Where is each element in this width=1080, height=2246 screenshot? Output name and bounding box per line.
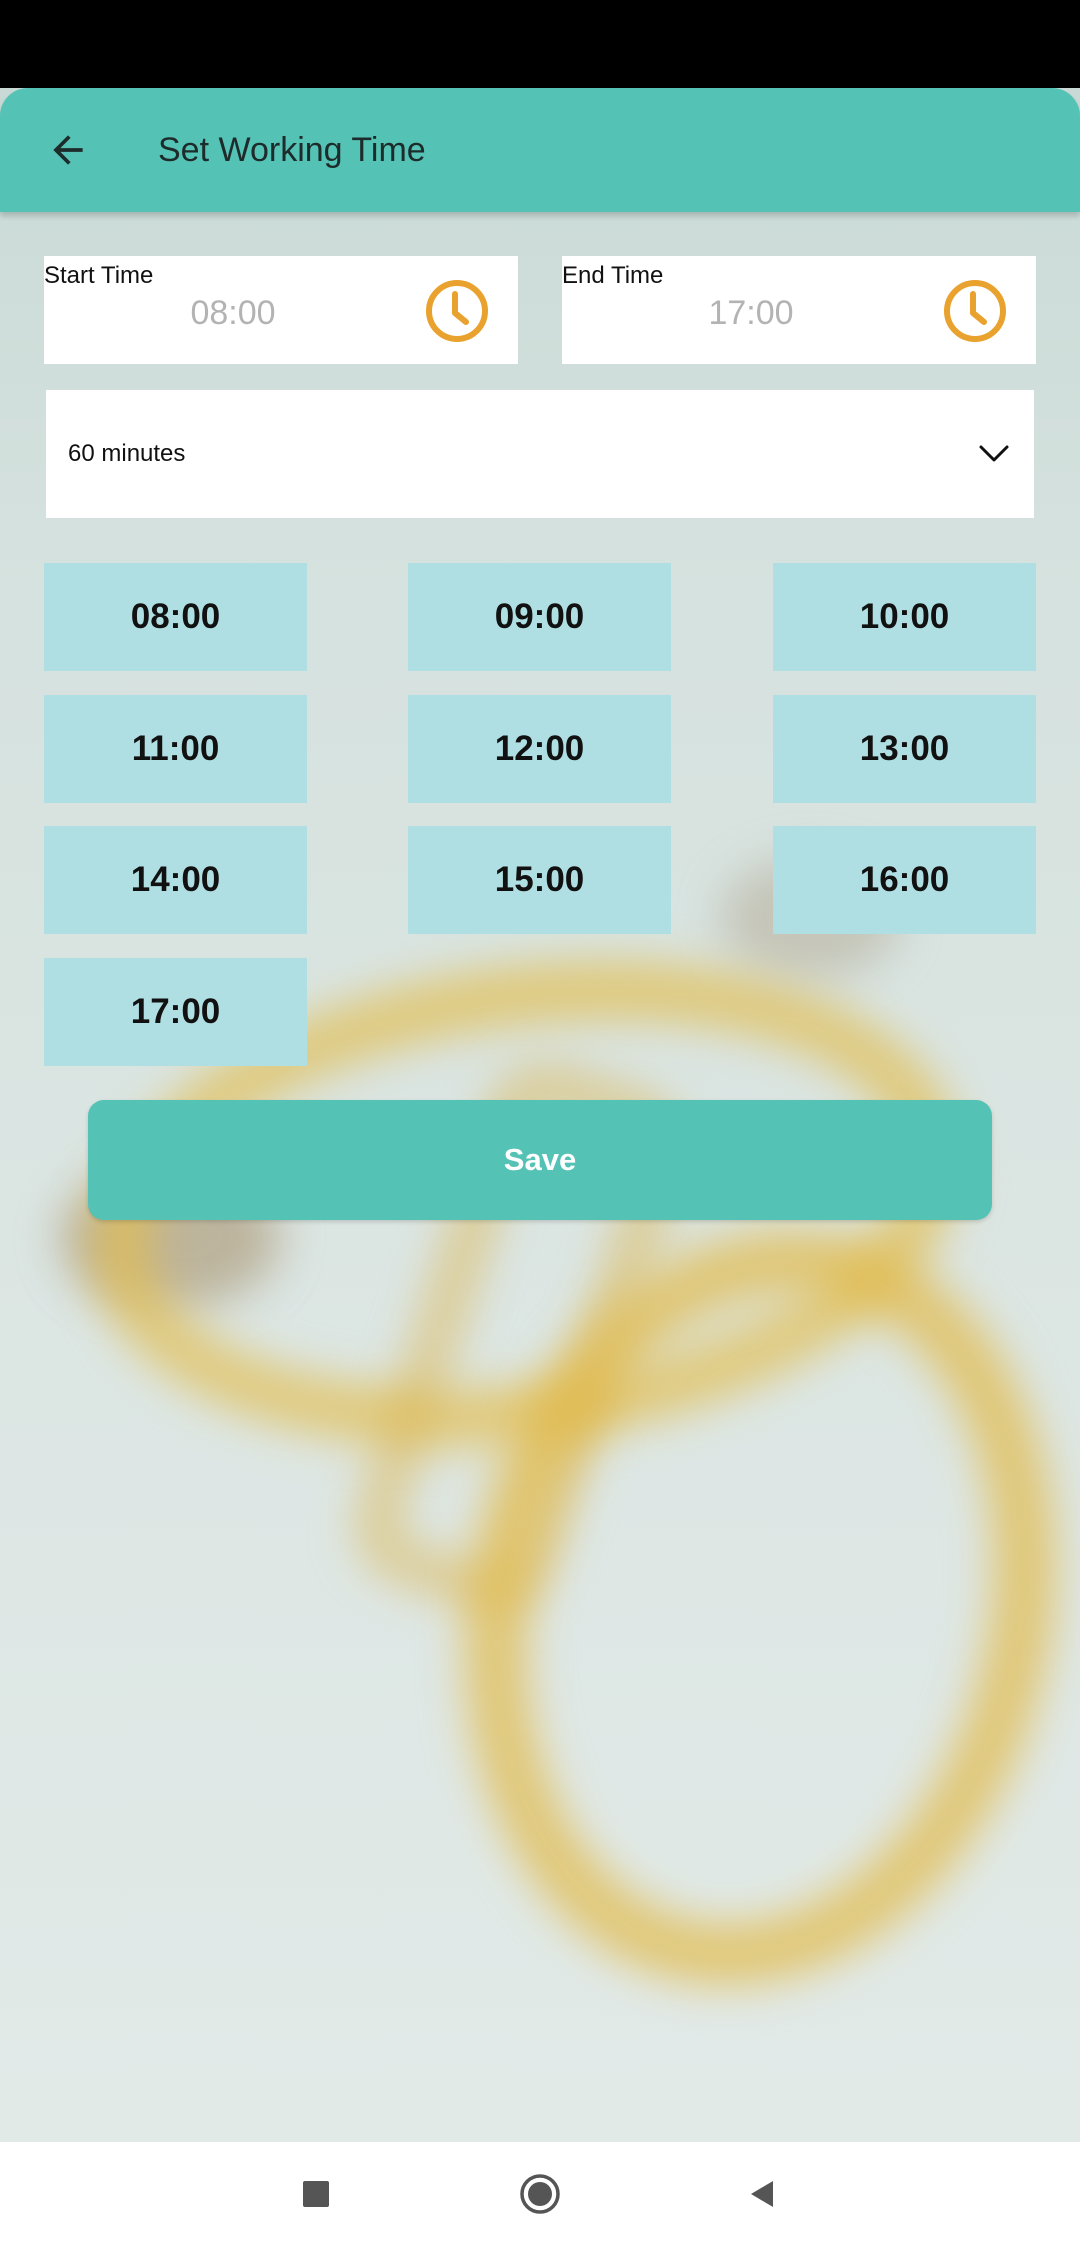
start-time-label: Start Time [44, 262, 154, 289]
system-nav-bar [0, 2142, 1080, 2246]
duration-select-value: 60 minutes [68, 440, 186, 467]
time-slot-button[interactable]: 09:00 [408, 563, 671, 671]
start-time-field[interactable]: Start Time 08:00 [44, 256, 518, 364]
status-bar [0, 0, 1080, 88]
time-slot-button[interactable]: 14:00 [44, 826, 307, 934]
start-time-value[interactable]: 08:00 [44, 294, 422, 333]
save-button[interactable]: Save [88, 1100, 992, 1220]
app-bar: Set Working Time [0, 88, 1080, 212]
time-slot-button[interactable]: 08:00 [44, 563, 307, 671]
system-back-button[interactable] [734, 2166, 790, 2222]
clock-icon [426, 280, 488, 342]
home-button[interactable] [512, 2166, 568, 2222]
back-button[interactable] [20, 102, 116, 198]
time-slot-button[interactable]: 15:00 [408, 826, 671, 934]
end-time-picker-button[interactable] [942, 278, 1008, 344]
triangle-back-icon [751, 2181, 773, 2207]
time-slot-button[interactable]: 17:00 [44, 958, 307, 1066]
start-time-picker-button[interactable] [424, 278, 490, 344]
circle-icon [520, 2174, 560, 2214]
square-icon [303, 2181, 329, 2207]
time-slot-button[interactable]: 13:00 [773, 695, 1036, 803]
recents-button[interactable] [288, 2166, 344, 2222]
chevron-down-icon [979, 445, 1009, 462]
end-time-field[interactable]: End Time 17:00 [562, 256, 1036, 364]
clock-icon [944, 280, 1006, 342]
time-slot-button[interactable]: 12:00 [408, 695, 671, 803]
end-time-label: End Time [562, 262, 664, 289]
time-slot-button[interactable]: 16:00 [773, 826, 1036, 934]
end-time-value[interactable]: 17:00 [562, 294, 940, 333]
page-title: Set Working Time [158, 131, 426, 169]
duration-select[interactable]: 60 minutes [46, 390, 1034, 518]
time-slot-button[interactable]: 10:00 [773, 563, 1036, 671]
time-slot-button[interactable]: 11:00 [44, 695, 307, 803]
arrow-left-icon [53, 135, 83, 165]
